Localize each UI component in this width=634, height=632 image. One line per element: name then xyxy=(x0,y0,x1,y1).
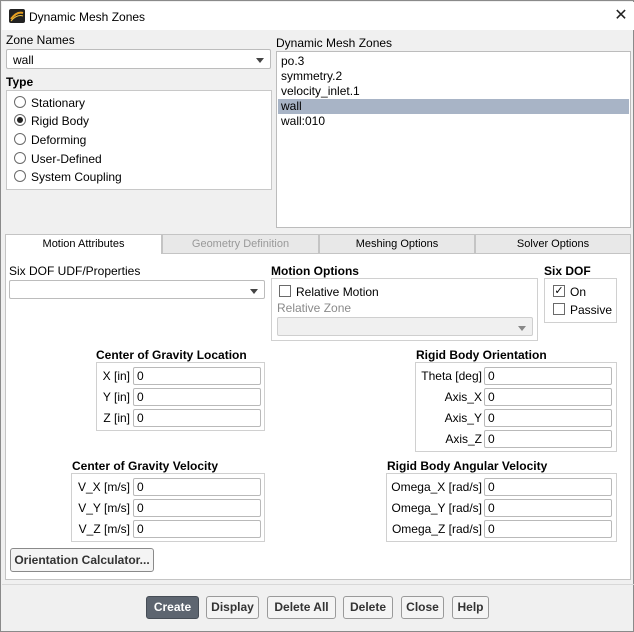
radio-label-stationary: Stationary xyxy=(31,96,86,110)
list-item[interactable]: velocity_inlet.1 xyxy=(278,84,629,99)
tab-meshing-options[interactable]: Meshing Options xyxy=(319,234,475,254)
six-dof-on-label: On xyxy=(570,285,587,299)
cg-x-label: X [in] xyxy=(102,369,130,383)
zone-names-value: wall xyxy=(13,53,34,67)
orientation-group: Theta [deg] 0 Axis_X 0 Axis_Y 0 Axis_Z 0 xyxy=(415,362,617,452)
theta-label: Theta [deg] xyxy=(421,369,482,383)
tab-geometry-definition[interactable]: Geometry Definition xyxy=(162,234,319,254)
angular-velocity-label: Rigid Body Angular Velocity xyxy=(387,459,548,473)
motion-options-label: Motion Options xyxy=(271,264,359,278)
cg-velocity-group: V_X [m/s] 0 V_Y [m/s] 0 V_Z [m/s] 0 xyxy=(71,473,265,542)
radio-label-system-coupling: System Coupling xyxy=(31,170,122,184)
vx-label: V_X [m/s] xyxy=(77,480,130,494)
display-button[interactable]: Display xyxy=(206,596,259,619)
axis-y-field[interactable]: 0 xyxy=(484,409,612,427)
orientation-calculator-button[interactable]: Orientation Calculator... xyxy=(10,548,154,572)
cg-z-label: Z [in] xyxy=(103,411,130,425)
omega-x-label: Omega_X [rad/s] xyxy=(391,480,482,494)
cg-location-group: X [in] 0 Y [in] 0 Z [in] 0 xyxy=(96,362,265,431)
six-dof-udf-dropdown[interactable] xyxy=(9,280,265,299)
omega-x-field[interactable]: 0 xyxy=(484,478,612,496)
radio-label-user-defined: User-Defined xyxy=(31,152,102,166)
cg-y-field[interactable]: 0 xyxy=(133,388,261,406)
radio-system-coupling[interactable] xyxy=(14,170,26,182)
close-icon[interactable]: ✕ xyxy=(610,6,632,26)
vy-label: V_Y [m/s] xyxy=(78,501,130,515)
window-title: Dynamic Mesh Zones xyxy=(29,10,146,24)
vx-field[interactable]: 0 xyxy=(133,478,261,496)
orientation-label: Rigid Body Orientation xyxy=(416,348,547,362)
dynamic-zones-label: Dynamic Mesh Zones xyxy=(276,36,393,50)
six-dof-udf-label: Six DOF UDF/Properties xyxy=(9,264,141,278)
radio-label-rigid-body: Rigid Body xyxy=(31,114,90,128)
tab-solver-options[interactable]: Solver Options xyxy=(475,234,631,254)
zone-names-label: Zone Names xyxy=(6,33,75,47)
list-item[interactable]: po.3 xyxy=(278,54,629,69)
vz-field[interactable]: 0 xyxy=(133,520,261,538)
vz-label: V_Z [m/s] xyxy=(78,522,130,536)
six-dof-passive-checkbox[interactable] xyxy=(553,303,565,315)
cg-velocity-label: Center of Gravity Velocity xyxy=(72,459,219,473)
close-button[interactable]: Close xyxy=(401,596,444,619)
omega-y-label: Omega_Y [rad/s] xyxy=(391,501,483,515)
list-item[interactable]: wall:010 xyxy=(278,114,629,129)
axis-x-field[interactable]: 0 xyxy=(484,388,612,406)
app-logo-icon xyxy=(9,9,25,23)
relative-motion-checkbox[interactable] xyxy=(279,285,291,297)
chevron-down-icon xyxy=(256,58,264,63)
help-button[interactable]: Help xyxy=(452,596,489,619)
omega-y-field[interactable]: 0 xyxy=(484,499,612,517)
type-label: Type xyxy=(6,75,34,89)
list-item[interactable]: symmetry.2 xyxy=(278,69,629,84)
cg-y-label: Y [in] xyxy=(102,390,130,404)
radio-deforming[interactable] xyxy=(14,133,26,145)
radio-user-defined[interactable] xyxy=(14,152,26,164)
cg-x-field[interactable]: 0 xyxy=(133,367,261,385)
dialog-window: Dynamic Mesh Zones ✕ Zone Names wall Typ… xyxy=(0,0,634,632)
cg-z-field[interactable]: 0 xyxy=(133,409,261,427)
radio-stationary[interactable] xyxy=(14,96,26,108)
chevron-down-icon xyxy=(518,326,526,331)
six-dof-group: ✓ On Passive xyxy=(544,278,617,323)
axis-y-label: Axis_Y xyxy=(444,411,482,425)
relative-motion-label: Relative Motion xyxy=(296,285,379,299)
omega-z-field[interactable]: 0 xyxy=(484,520,612,538)
delete-button[interactable]: Delete xyxy=(343,596,393,619)
axis-z-label: Axis_Z xyxy=(445,432,482,446)
list-item-selected[interactable]: wall xyxy=(278,99,629,114)
create-button[interactable]: Create xyxy=(146,596,199,619)
cg-location-label: Center of Gravity Location xyxy=(96,348,247,362)
dynamic-zones-list[interactable]: po.3 symmetry.2 velocity_inlet.1 wall wa… xyxy=(276,51,631,228)
tab-motion-attributes[interactable]: Motion Attributes xyxy=(5,234,162,255)
relative-zone-dropdown[interactable] xyxy=(277,317,533,336)
axis-x-label: Axis_X xyxy=(444,390,482,404)
zone-names-dropdown[interactable]: wall xyxy=(6,49,271,69)
title-bar: Dynamic Mesh Zones ✕ xyxy=(2,2,634,30)
six-dof-on-checkbox[interactable]: ✓ xyxy=(553,285,565,297)
delete-all-button[interactable]: Delete All xyxy=(267,596,336,619)
radio-rigid-body[interactable] xyxy=(14,114,26,126)
vy-field[interactable]: 0 xyxy=(133,499,261,517)
type-group: Stationary Rigid Body Deforming User-Def… xyxy=(6,90,272,190)
divider xyxy=(2,584,634,585)
six-dof-passive-label: Passive xyxy=(570,303,613,317)
relative-zone-label: Relative Zone xyxy=(277,301,352,315)
omega-z-label: Omega_Z [rad/s] xyxy=(391,522,482,536)
axis-z-field[interactable]: 0 xyxy=(484,430,612,448)
six-dof-label: Six DOF xyxy=(544,264,591,278)
angular-velocity-group: Omega_X [rad/s] 0 Omega_Y [rad/s] 0 Omeg… xyxy=(386,473,617,542)
radio-label-deforming: Deforming xyxy=(31,133,87,147)
motion-options-group: Relative Motion Relative Zone xyxy=(271,278,538,341)
theta-field[interactable]: 0 xyxy=(484,367,612,385)
chevron-down-icon xyxy=(250,289,258,294)
